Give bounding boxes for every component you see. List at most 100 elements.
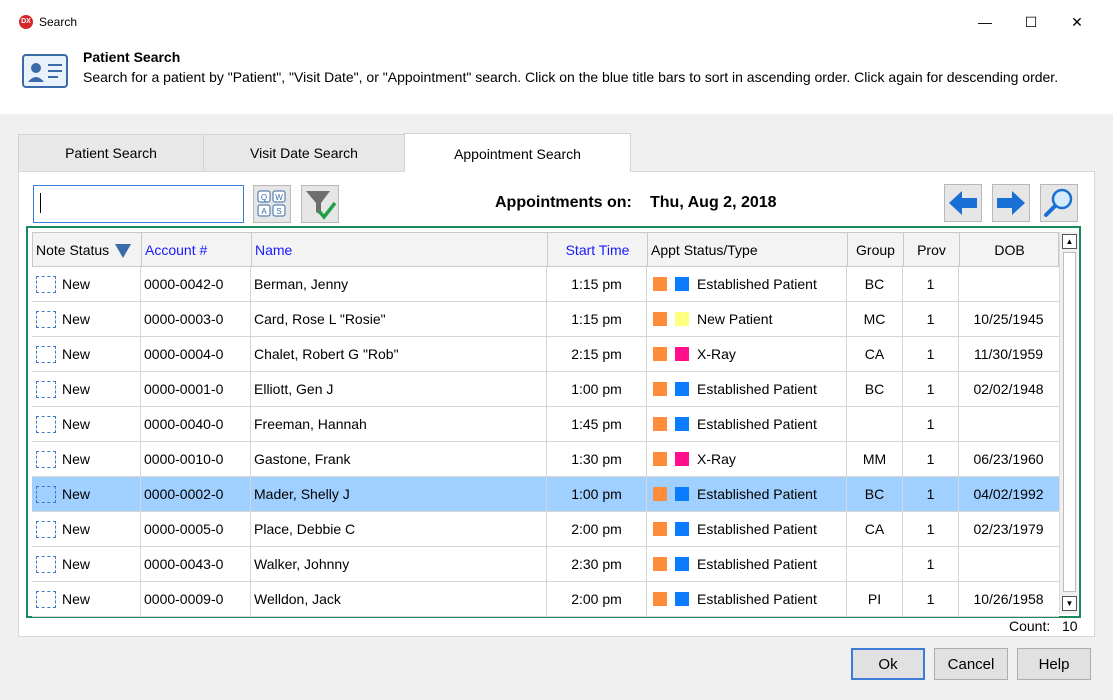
table-row[interactable]: New 0000-0010-0 Gastone, Frank 1:30 pm X-Ray… — [32, 442, 1059, 477]
prov-text: 1 — [926, 276, 935, 292]
column-header-prov[interactable]: Prov — [904, 233, 960, 266]
status-color-swatch — [653, 312, 667, 326]
scroll-up-arrow-icon[interactable]: ▲ — [1062, 234, 1077, 249]
prov-text: 1 — [926, 346, 935, 362]
status-color-swatch — [653, 522, 667, 536]
status-color-swatch — [653, 382, 667, 396]
keyboard-button[interactable]: Q W A S — [253, 185, 291, 223]
type-color-swatch — [675, 557, 689, 571]
status-color-swatch — [653, 347, 667, 361]
cancel-button[interactable]: Cancel — [934, 648, 1008, 680]
account-text: 0000-0002-0 — [144, 486, 224, 502]
dob-text: 02/02/1948 — [973, 381, 1044, 397]
column-header-note-status[interactable]: Note Status — [33, 233, 142, 266]
column-header-name[interactable]: Name — [252, 233, 548, 266]
filter-button[interactable] — [301, 185, 339, 223]
cell-name: Welldon, Jack — [251, 582, 547, 616]
cell-time: 1:15 pm — [547, 267, 647, 301]
name-text: Welldon, Jack — [254, 591, 341, 607]
prov-text: 1 — [926, 556, 935, 572]
cell-dob: 06/23/1960 — [959, 442, 1058, 476]
type-color-swatch — [675, 417, 689, 431]
appointments-date: Thu, Aug 2, 2018 — [650, 194, 777, 211]
column-header-group[interactable]: Group — [848, 233, 904, 266]
cell-dob: 04/02/1992 — [959, 477, 1058, 511]
table-row[interactable]: New 0000-0040-0 Freeman, Hannah 1:45 pm Esta… — [32, 407, 1059, 442]
previous-day-button[interactable] — [944, 184, 982, 222]
vertical-scrollbar[interactable]: ▲ ▼ — [1059, 232, 1078, 614]
prov-text: 1 — [926, 486, 935, 502]
cell-dob — [959, 547, 1058, 581]
time-text: 1:30 pm — [571, 451, 622, 467]
column-header-appt-status[interactable]: Appt Status/Type — [648, 233, 848, 266]
cell-type: Established Patient — [647, 582, 847, 616]
dob-text: 02/23/1979 — [973, 521, 1044, 537]
cell-note: New — [32, 267, 141, 301]
tab-visit-date-search[interactable]: Visit Date Search — [203, 134, 405, 172]
cell-time: 1:45 pm — [547, 407, 647, 441]
table-row[interactable]: New 0000-0005-0 Place, Debbie C 2:00 pm Esta… — [32, 512, 1059, 547]
table-row[interactable]: New 0000-0002-0 Mader, Shelly J 1:00 pm Esta… — [32, 477, 1059, 512]
search-input[interactable] — [33, 185, 244, 223]
column-header-start-time[interactable]: Start Time — [548, 233, 648, 266]
cell-group: BC — [847, 267, 903, 301]
svg-text:W: W — [275, 193, 283, 202]
table-row[interactable]: New 0000-0003-0 Card, Rose L "Rosie" 1:15 p… — [32, 302, 1059, 337]
column-header-label: Start Time — [565, 241, 630, 258]
maximize-button[interactable]: ☐ — [1008, 8, 1054, 36]
scroll-down-arrow-icon[interactable]: ▼ — [1062, 596, 1077, 611]
account-text: 0000-0009-0 — [144, 591, 224, 607]
filter-check-icon — [306, 191, 337, 220]
appt-type-text: Established Patient — [697, 521, 817, 537]
scrollbar-thumb[interactable] — [1063, 252, 1076, 592]
title-bar: DX Search — ☐ ✕ — [0, 0, 1113, 44]
column-header-account[interactable]: Account # — [142, 233, 252, 266]
minimize-button[interactable]: — — [962, 8, 1008, 36]
cell-account: 0000-0040-0 — [141, 407, 251, 441]
next-day-button[interactable] — [992, 184, 1030, 222]
group-text: BC — [864, 486, 885, 502]
help-button[interactable]: Help — [1017, 648, 1091, 680]
cell-group: CA — [847, 512, 903, 546]
cell-time: 2:00 pm — [547, 512, 647, 546]
table-row[interactable]: New 0000-0001-0 Elliott, Gen J 1:00 pm Estab… — [32, 372, 1059, 407]
group-text: MC — [863, 311, 886, 327]
app-logo-icon: DX — [19, 15, 33, 29]
cell-account: 0000-0010-0 — [141, 442, 251, 476]
table-row[interactable]: New 0000-0009-0 Welldon, Jack 2:00 pm Establ… — [32, 582, 1059, 617]
header-title: Patient Search — [83, 49, 181, 65]
cell-name: Elliott, Gen J — [251, 372, 547, 406]
status-color-swatch — [653, 557, 667, 571]
close-button[interactable]: ✕ — [1054, 8, 1100, 36]
arrow-left-icon — [949, 191, 977, 215]
search-button[interactable] — [1040, 184, 1078, 222]
header-description: Search for a patient by "Patient", "Visi… — [83, 69, 1059, 85]
table-row[interactable]: New 0000-0042-0 Berman, Jenny 1:15 pm Establ… — [32, 267, 1059, 302]
column-header-label: Note Status — [36, 241, 110, 258]
status-color-swatch — [653, 417, 667, 431]
cell-note: New — [32, 442, 141, 476]
appt-type-text: Established Patient — [697, 556, 817, 572]
tab-appointment-search[interactable]: Appointment Search — [404, 133, 631, 173]
cell-group — [847, 547, 903, 581]
cell-dob — [959, 267, 1058, 301]
type-color-swatch — [675, 382, 689, 396]
cell-note: New — [32, 337, 141, 371]
column-header-dob[interactable]: DOB — [960, 233, 1059, 266]
cell-dob: 02/23/1979 — [959, 512, 1058, 546]
group-text: BC — [864, 381, 885, 397]
table-row[interactable]: New 0000-0043-0 Walker, Johnny 2:30 pm Estab… — [32, 547, 1059, 582]
status-color-swatch — [653, 452, 667, 466]
cell-account: 0000-0004-0 — [141, 337, 251, 371]
cell-prov: 1 — [903, 407, 959, 441]
appt-type-text: Established Patient — [697, 381, 817, 397]
ok-button[interactable]: Ok — [851, 648, 925, 680]
table-row[interactable]: New 0000-0004-0 Chalet, Robert G "Rob" 2:15… — [32, 337, 1059, 372]
time-text: 2:00 pm — [571, 591, 622, 607]
cell-group: BC — [847, 372, 903, 406]
dob-text: 10/25/1945 — [973, 311, 1044, 327]
cell-group: MM — [847, 442, 903, 476]
time-text: 2:15 pm — [571, 346, 622, 362]
dob-text: 04/02/1992 — [973, 486, 1044, 502]
tab-patient-search[interactable]: Patient Search — [18, 134, 204, 172]
